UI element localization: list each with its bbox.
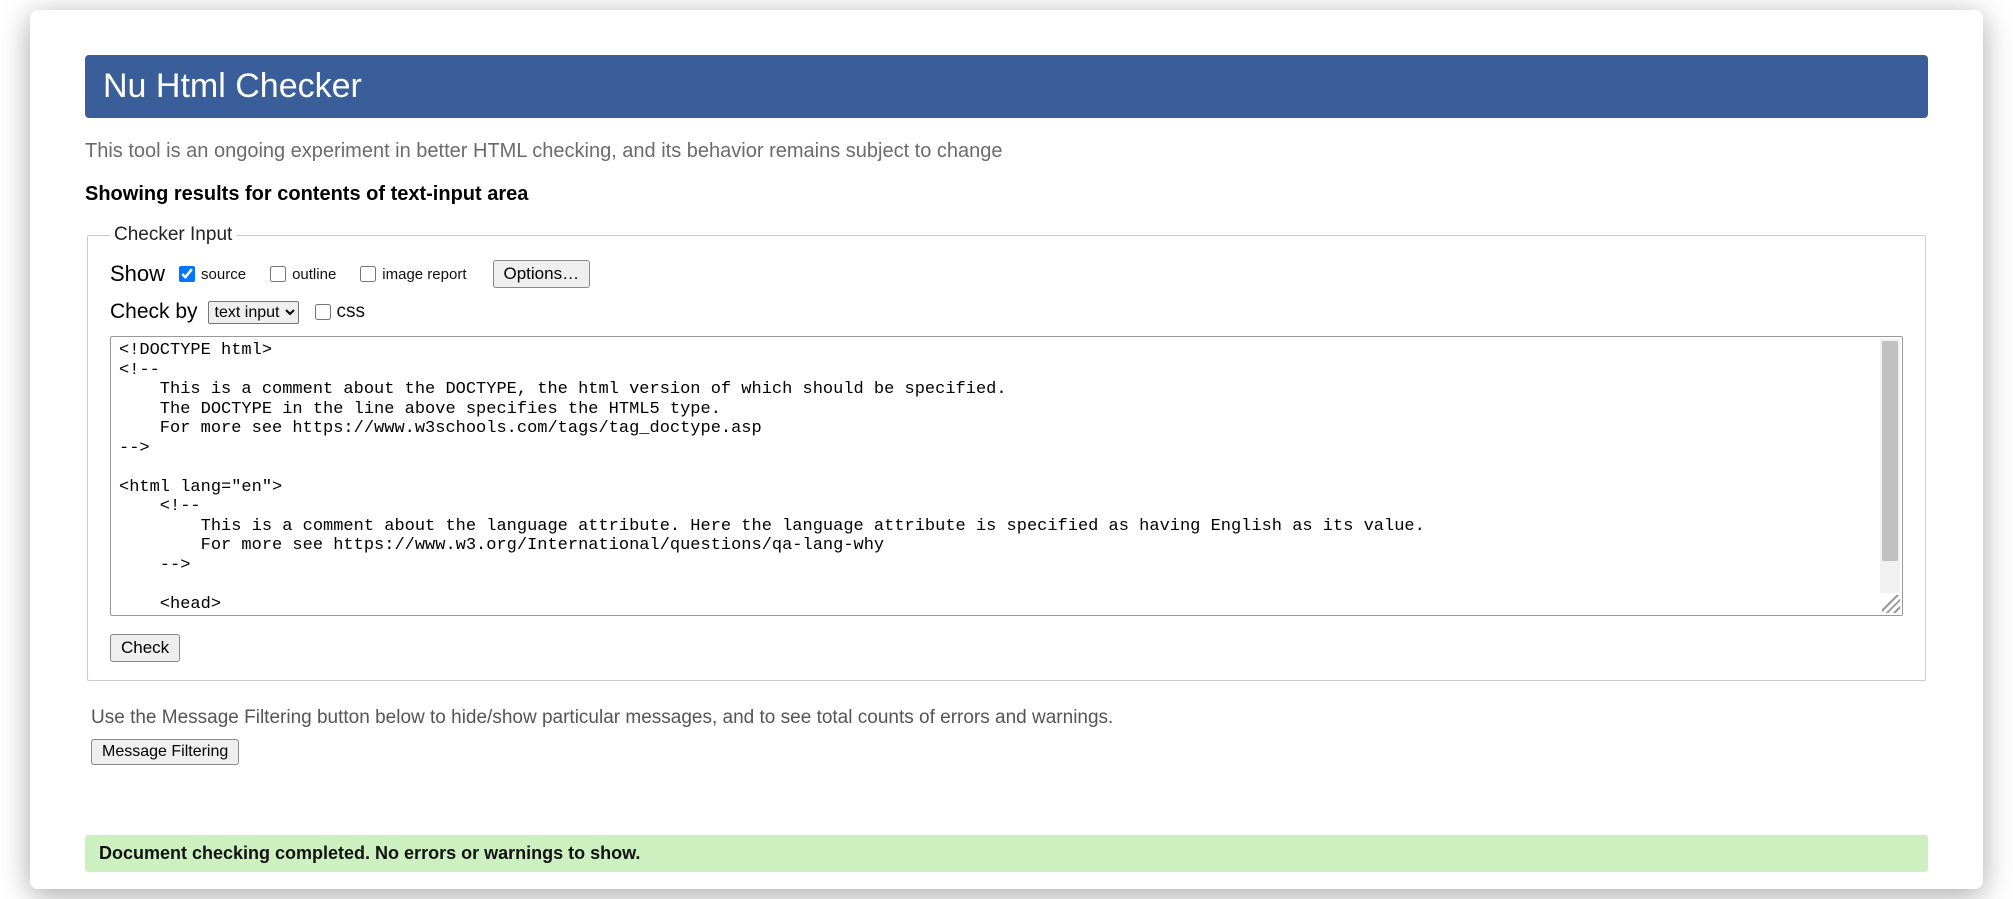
- options-button[interactable]: Options…: [493, 260, 591, 288]
- show-options-row: Show source outline image report Options…: [110, 260, 1903, 288]
- outline-checkbox-label[interactable]: outline: [266, 263, 336, 285]
- image-report-checkbox-text: image report: [382, 266, 466, 283]
- outline-checkbox[interactable]: [270, 266, 286, 282]
- checker-input-fieldset: Checker Input Show source outline image …: [87, 224, 1926, 681]
- results-heading: Showing results for contents of text-inp…: [85, 183, 1928, 206]
- image-report-checkbox-label[interactable]: image report: [356, 263, 466, 285]
- check-by-label: Check by: [110, 300, 198, 324]
- css-checkbox[interactable]: [315, 304, 331, 320]
- validator-window: Nu Html Checker This tool is an ongoing …: [30, 10, 1983, 889]
- css-checkbox-label[interactable]: css: [311, 301, 366, 323]
- source-textarea[interactable]: [111, 337, 1902, 615]
- image-report-checkbox[interactable]: [360, 266, 376, 282]
- message-filtering-button[interactable]: Message Filtering: [91, 739, 239, 765]
- page-subtitle: This tool is an ongoing experiment in be…: [85, 140, 1928, 163]
- source-checkbox[interactable]: [179, 266, 195, 282]
- source-checkbox-label[interactable]: source: [175, 263, 246, 285]
- textarea-scrollbar-thumb[interactable]: [1882, 341, 1898, 561]
- textarea-scrollbar[interactable]: [1880, 339, 1900, 593]
- source-textarea-container: [110, 336, 1903, 616]
- page-title: Nu Html Checker: [103, 67, 362, 105]
- check-by-row: Check by text input css: [110, 300, 1903, 324]
- show-label: Show: [110, 261, 165, 287]
- result-success-banner: Document checking completed. No errors o…: [85, 835, 1928, 872]
- check-button[interactable]: Check: [110, 634, 180, 662]
- textarea-resize-handle[interactable]: [1882, 595, 1900, 613]
- outline-checkbox-text: outline: [292, 266, 336, 283]
- css-checkbox-text: css: [337, 301, 366, 323]
- checker-input-legend: Checker Input: [110, 224, 236, 246]
- page-title-banner: Nu Html Checker: [85, 55, 1928, 118]
- check-by-select[interactable]: text input: [208, 301, 299, 324]
- source-checkbox-text: source: [201, 266, 246, 283]
- message-filtering-description: Use the Message Filtering button below t…: [91, 707, 1928, 729]
